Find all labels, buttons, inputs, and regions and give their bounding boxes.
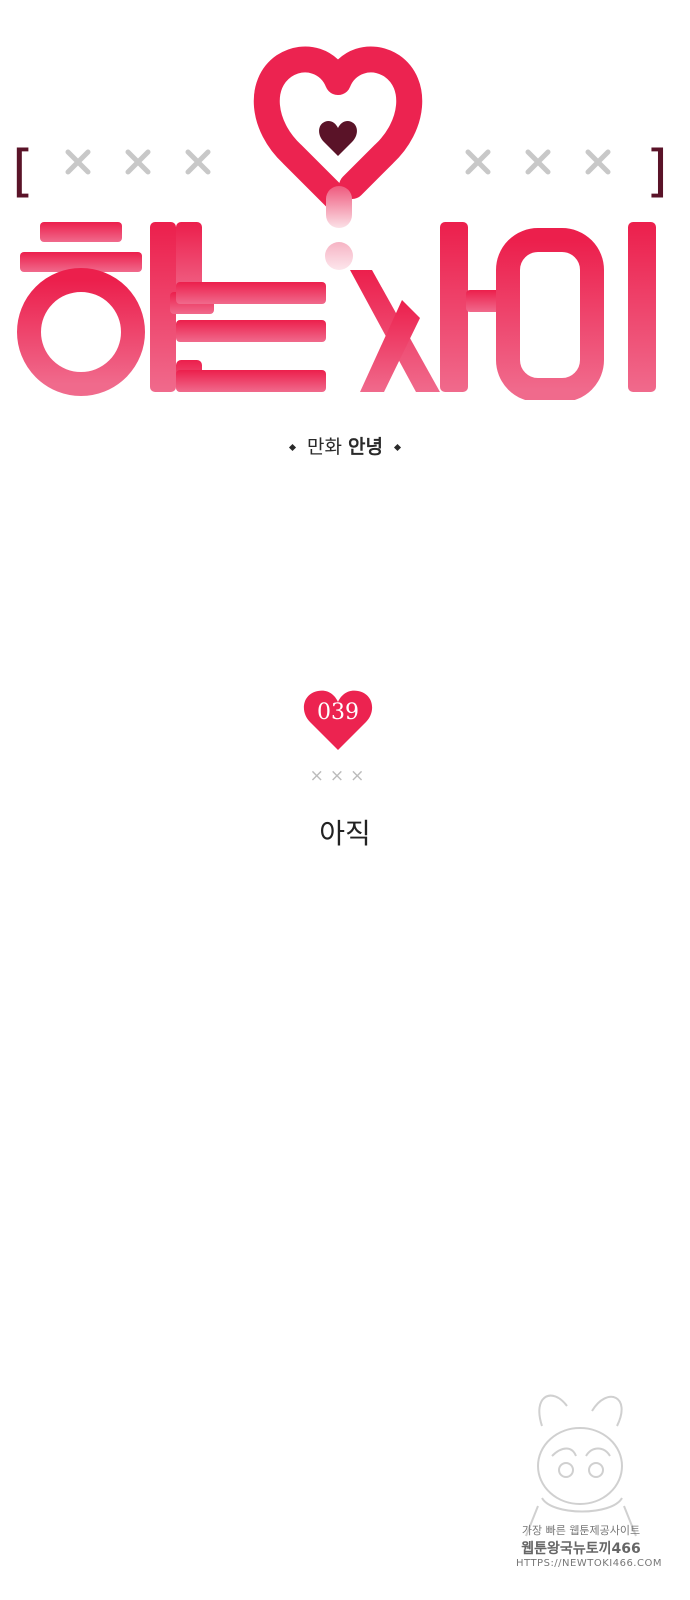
episode-number: 039 [317, 700, 359, 725]
credit-label: 만화 [307, 436, 342, 458]
bracket-left: [ [12, 139, 34, 204]
x-marks-right [465, 149, 611, 175]
author-credit: 만화 안녕 [0, 432, 690, 459]
question-dot [325, 242, 353, 270]
credit-dot-right [393, 443, 402, 452]
watermark-line1: 가장 빠른 웹툰제공사이트 [521, 1524, 641, 1537]
episode-title: 아직 [319, 817, 371, 850]
episode-x-marks: ××× [309, 766, 371, 786]
credit-author: 안녕 [348, 436, 383, 458]
watermark-line3: HTTPS://NEWTOKI466.COM [516, 1558, 662, 1569]
bracket-right: ] [646, 139, 668, 204]
x-marks-left [65, 149, 211, 175]
series-logo: [ ] [12, 46, 668, 400]
question-stem [326, 186, 352, 228]
small-heart-icon [319, 121, 357, 156]
credit-dot-left [288, 443, 297, 452]
watermark-line2: 웹툰왕국뉴토끼466 [521, 1541, 641, 1557]
